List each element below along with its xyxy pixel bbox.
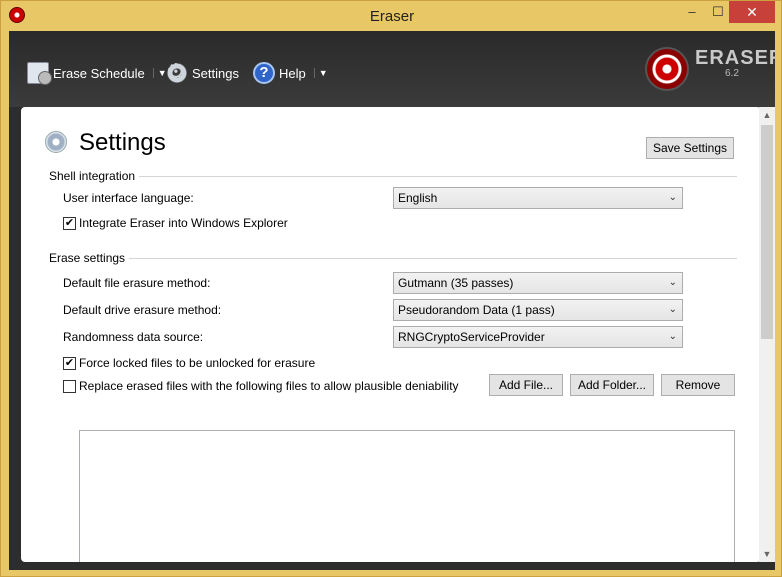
help-label: Help	[279, 65, 306, 81]
remove-button[interactable]: Remove	[661, 374, 735, 396]
page-title: Settings	[79, 129, 166, 156]
file-method-value: Gutmann (35 passes)	[398, 276, 514, 290]
erase-schedule-dropdown-icon[interactable]: ▼	[152, 68, 167, 78]
randomness-source-select[interactable]: RNGCryptoServiceProvider ⌄	[393, 326, 683, 348]
chevron-down-icon: ⌄	[668, 304, 677, 315]
help-menu[interactable]: ? Help ▼	[253, 61, 328, 85]
plausible-deniability-option[interactable]: Replace erased files with the following …	[63, 379, 459, 393]
add-file-button[interactable]: Add File...	[489, 374, 563, 396]
language-value: English	[398, 191, 438, 205]
force-unlock-checkbox[interactable]: ✔	[63, 356, 76, 370]
eraser-logo: ERASER 6.2	[645, 45, 775, 95]
randomness-source-label: Randomness data source:	[63, 330, 204, 344]
title-bar: Eraser – ☐ ✕	[1, 1, 782, 31]
erase-group-label: Erase settings	[49, 251, 130, 265]
file-method-label: Default file erasure method:	[63, 276, 211, 290]
close-button[interactable]: ✕	[729, 1, 775, 23]
language-select[interactable]: English ⌄	[393, 187, 683, 209]
plausible-deniability-checkbox[interactable]	[63, 379, 76, 393]
toolbar: Erase Schedule ▼ Settings ? Help ▼ ERASE…	[9, 31, 775, 107]
plausible-deniability-label: Replace erased files with the following …	[79, 379, 459, 393]
vertical-scrollbar[interactable]: ▲ ▼	[759, 107, 775, 562]
help-icon: ?	[253, 62, 275, 84]
drive-method-select[interactable]: Pseudorandom Data (1 pass) ⌄	[393, 299, 683, 321]
integrate-explorer-option[interactable]: ✔ Integrate Eraser into Windows Explorer	[63, 216, 288, 230]
radiation-logo-icon	[645, 47, 689, 91]
erase-schedule-icon	[27, 62, 52, 85]
window-title: Eraser	[369, 8, 415, 25]
scroll-thumb[interactable]	[761, 125, 773, 339]
settings-panel: Settings Save Settings Shell integration…	[21, 107, 761, 562]
shell-group-divider	[131, 176, 737, 177]
file-method-select[interactable]: Gutmann (35 passes) ⌄	[393, 272, 683, 294]
force-unlock-label: Force locked files to be unlocked for er…	[79, 356, 316, 370]
drive-method-label: Default drive erasure method:	[63, 303, 222, 317]
integrate-explorer-label: Integrate Eraser into Windows Explorer	[79, 216, 288, 230]
language-label: User interface language:	[63, 191, 194, 205]
client-area: Erase Schedule ▼ Settings ? Help ▼ ERASE…	[9, 31, 775, 570]
deniability-files-list[interactable]	[79, 430, 735, 562]
settings-title-icon	[45, 131, 67, 153]
settings-menu[interactable]: Settings	[166, 59, 239, 85]
shell-group-label: Shell integration	[49, 169, 140, 183]
chevron-down-icon: ⌄	[668, 192, 677, 203]
force-unlock-option[interactable]: ✔ Force locked files to be unlocked for …	[63, 356, 315, 370]
integrate-explorer-checkbox[interactable]: ✔	[63, 216, 76, 230]
eraser-window: Eraser – ☐ ✕ Erase Schedule ▼ Settings ?…	[0, 0, 782, 577]
chevron-down-icon: ⌄	[668, 277, 677, 288]
scroll-down-icon[interactable]: ▼	[759, 546, 775, 562]
logo-version: 6.2	[725, 68, 739, 79]
add-folder-button[interactable]: Add Folder...	[570, 374, 654, 396]
gear-icon	[166, 59, 188, 85]
erase-schedule-menu[interactable]: Erase Schedule ▼	[27, 61, 167, 85]
help-dropdown-icon[interactable]: ▼	[313, 68, 328, 78]
drive-method-value: Pseudorandom Data (1 pass)	[398, 303, 555, 317]
randomness-source-value: RNGCryptoServiceProvider	[398, 330, 545, 344]
logo-text: ERASER	[695, 47, 775, 69]
settings-label: Settings	[192, 65, 239, 81]
chevron-down-icon: ⌄	[668, 331, 677, 342]
scroll-up-icon[interactable]: ▲	[759, 107, 775, 123]
erase-schedule-label: Erase Schedule	[53, 65, 145, 81]
save-settings-button[interactable]: Save Settings	[646, 137, 734, 159]
erase-group-divider	[121, 258, 737, 259]
